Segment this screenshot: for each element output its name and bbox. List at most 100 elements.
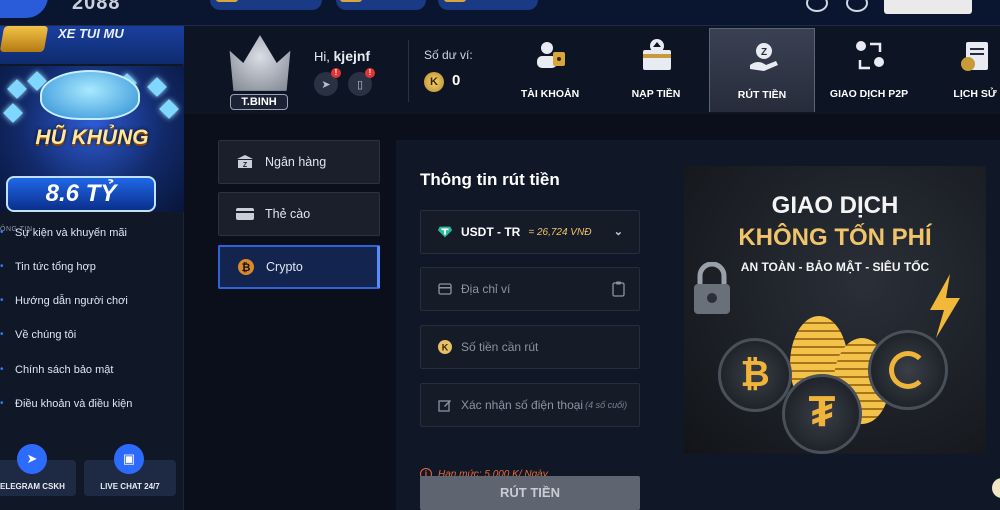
tab-account[interactable]: TÀI KHOẢN: [497, 28, 603, 112]
wallet-placeholder: Địa chỉ ví: [461, 282, 511, 296]
bullet-icon: •: [0, 227, 4, 238]
currency-select[interactable]: USDT - TR = 26,724 VNĐ ⌄: [420, 210, 640, 254]
notification-icon[interactable]: [846, 0, 868, 12]
phone-confirm-field[interactable]: Xác nhận số điện thoại (4 số cuối): [420, 383, 640, 427]
jackpot-amount: 8.6 TỶ: [45, 180, 117, 207]
k-coin-icon: K: [437, 339, 453, 355]
telegram-support-button[interactable]: ➤ TELEGRAM CSKH: [0, 444, 76, 496]
tether-coin: ₮: [782, 374, 862, 454]
tab-p2p[interactable]: GIAO DỊCH P2P: [816, 28, 922, 112]
tab-label: GIAO DỊCH P2P: [829, 88, 909, 100]
diamond-icon: [7, 79, 27, 99]
support-label: LIVE CHAT 24/7: [100, 482, 160, 491]
lock-icon: [694, 262, 730, 314]
currency-rate: = 26,724 VNĐ: [528, 226, 592, 238]
svg-text:Z: Z: [761, 47, 767, 58]
wallet-address-field[interactable]: Địa chỉ ví: [420, 267, 640, 311]
promo-banner-jackpot[interactable]: HŨ KHỦNG 8.6 TỶ: [0, 66, 184, 212]
crown-icon: [229, 35, 291, 91]
withdraw-submit-button[interactable]: RÚT TIỀN: [420, 476, 640, 510]
svg-text:K: K: [442, 343, 449, 353]
svg-text:Z: Z: [243, 162, 248, 169]
search-icon[interactable]: [806, 0, 828, 12]
bullet-icon: •: [0, 295, 4, 306]
site-logo[interactable]: 2088: [72, 0, 121, 15]
sidebar-item-privacy[interactable]: • Chính sách bảo mật: [0, 361, 113, 379]
phone-hint: (4 số cuối): [585, 400, 628, 410]
balance-label: Số dư ví:: [424, 48, 473, 62]
promo-tag: [0, 26, 49, 52]
support-label: TELEGRAM CSKH: [0, 482, 65, 491]
sidebar-item-label: Tin tức tổng hợp: [15, 261, 96, 273]
alert-badge: !: [331, 68, 341, 78]
telegram-icon: ➤: [321, 78, 331, 91]
phone-edit-icon: [437, 397, 453, 413]
tab-deposit[interactable]: NẠP TIỀN: [603, 28, 709, 112]
card-icon: [235, 206, 255, 222]
tab-withdraw[interactable]: Z RÚT TIỀN: [709, 28, 815, 112]
sidebar-item-terms[interactable]: • Điều khoản và điều kiện: [0, 395, 132, 413]
tab-label: LỊCH SỬ: [953, 88, 997, 100]
top-nav-icon: [444, 0, 466, 2]
top-nav-tab[interactable]: [336, 0, 426, 10]
sidebar-item-about[interactable]: • Về chúng tôi: [0, 326, 76, 344]
jackpot-title: HŨ KHỦNG: [35, 126, 149, 149]
bank-icon: Z: [235, 154, 255, 170]
chevron-down-icon: ⌄: [613, 226, 623, 238]
withdraw-form-panel: Thông tin rút tiền USDT - TR = 26,724 VN…: [396, 140, 1000, 510]
main-content: Z Ngân hàng Thẻ cào ₿ Crypto Thông tin r…: [184, 114, 1000, 510]
top-nav-tab[interactable]: [438, 0, 538, 10]
method-bank[interactable]: Z Ngân hàng: [218, 140, 380, 184]
tab-label: NẠP TIỀN: [631, 88, 681, 100]
diamond-icon: [159, 99, 179, 119]
sidebar-item-label: Hướng dẫn người chơi: [15, 295, 128, 307]
sidebar-item-guide[interactable]: • Hướng dẫn người chơi: [0, 292, 128, 310]
amount-placeholder: Số tiền cần rút: [461, 340, 539, 354]
bitcoin-coin: ₿: [718, 338, 792, 412]
method-card[interactable]: Thẻ cào: [218, 192, 380, 236]
sidebar-item-label: Điều khoản và điều kiện: [15, 398, 133, 410]
profile-header: T.BINH Hi, kjejnf ➤! ▯! Số dư ví: K 0 TÀ…: [184, 26, 1000, 114]
top-bar: 2088: [0, 0, 1000, 26]
menu-toggle[interactable]: [0, 0, 48, 18]
currency-value: USDT - TR: [461, 225, 521, 239]
diamond-icon: [3, 103, 23, 123]
method-crypto[interactable]: ₿ Crypto: [218, 245, 380, 289]
svg-text:₿: ₿: [242, 262, 251, 274]
sidebar-item-events[interactable]: • Sự kiện và khuyến mãi: [0, 224, 127, 242]
p2p-transfer-icon: [856, 41, 884, 70]
banner-line1: GIAO DỊCH: [771, 192, 899, 219]
live-chat-button[interactable]: ▣ LIVE CHAT 24/7: [84, 444, 176, 496]
tether-icon: [437, 224, 453, 240]
jackpot-jar: [40, 70, 140, 120]
phone-verify-button[interactable]: ▯!: [348, 68, 375, 96]
bullet-icon: •: [0, 398, 4, 409]
phone-icon: ▯: [356, 78, 364, 91]
lightning-icon: [930, 274, 960, 338]
telegram-verify-button[interactable]: ➤!: [314, 68, 341, 96]
telegram-icon: ➤: [17, 444, 47, 474]
user-menu[interactable]: [884, 0, 972, 14]
bullet-icon: •: [0, 329, 4, 340]
chat-icon: ▣: [114, 444, 144, 474]
promo-banner-car[interactable]: XE TUI MU: [0, 26, 184, 64]
coin-symbol: [889, 351, 927, 389]
sidebar-item-label: Chính sách bảo mật: [15, 364, 114, 376]
bullet-icon: •: [0, 261, 4, 272]
clipboard-icon[interactable]: [612, 281, 625, 300]
account-icon: [537, 42, 565, 68]
bitcoin-symbol: ₿: [740, 353, 770, 394]
sidebar-item-label: Sự kiện và khuyến mãi: [15, 227, 127, 239]
username: kjejnf: [333, 48, 371, 64]
alert-badge: !: [365, 68, 375, 78]
bitcoin-icon: ₿: [236, 259, 256, 275]
tab-label: TÀI KHOẢN: [520, 88, 580, 100]
tab-history[interactable]: LỊCH SỬ: [922, 28, 1000, 112]
sidebar-item-news[interactable]: • Tin tức tổng hợp: [0, 258, 96, 276]
promo-banner-no-fee: GIAO DỊCH KHÔNG TỐN PHÍ AN TOÀN - BẢO MẬ…: [684, 166, 986, 454]
amount-field[interactable]: K Số tiền cần rút: [420, 325, 640, 369]
banner-line2: KHÔNG TỐN PHÍ: [738, 224, 932, 251]
tab-label: RÚT TIỀN: [737, 89, 787, 101]
promo-label: XE TUI MU: [58, 26, 124, 41]
top-nav-tab[interactable]: [210, 0, 322, 10]
